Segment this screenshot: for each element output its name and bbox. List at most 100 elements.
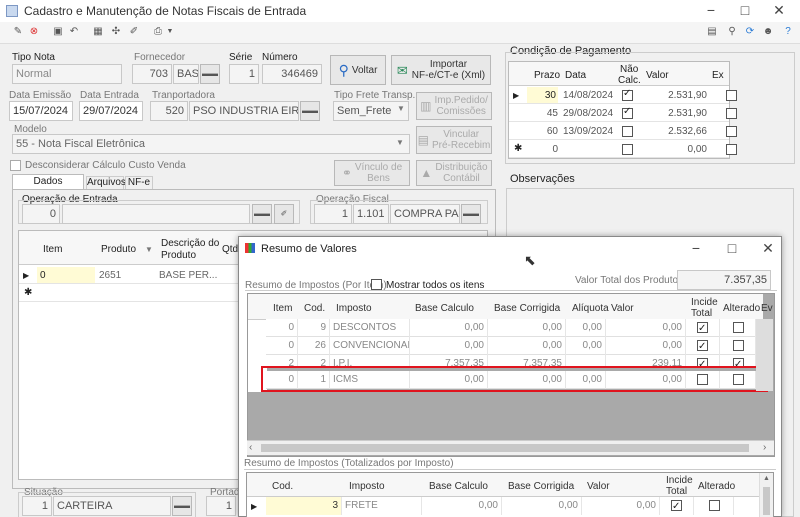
imp-cell-cod[interactable]: 26 xyxy=(298,337,330,355)
imp-cell-aliquota[interactable]: 0,00 xyxy=(566,337,606,355)
pag-cell-data[interactable]: 13/09/2024 xyxy=(563,125,613,138)
scroll-left-icon[interactable]: ‹ xyxy=(249,442,252,453)
table-row[interactable]: 60 13/09/2024 2.532,66 xyxy=(509,123,738,140)
pag-cell-prazo[interactable]: 0 xyxy=(527,143,558,156)
imp-cell-imposto[interactable]: CONVENCIONAL xyxy=(330,337,410,355)
data-entrada-field[interactable]: 29/07/2024 xyxy=(79,101,143,121)
imp-cell-base-calculo[interactable]: 0,00 xyxy=(410,337,488,355)
op-fiscal-name-field[interactable]: COMPRA PAF xyxy=(390,204,460,224)
pag-ex-checkbox[interactable] xyxy=(726,90,738,101)
pag-cell-prazo[interactable]: 60 xyxy=(527,125,558,138)
serie-field[interactable]: 1 xyxy=(229,64,259,84)
tab-arquivos[interactable]: Arquivos xyxy=(86,176,126,189)
pag-nao-calc-checkbox[interactable] xyxy=(622,144,633,155)
imp-cell-base-calculo[interactable]: 0,00 xyxy=(410,319,488,337)
transportadora-code-field[interactable]: 520 xyxy=(150,101,188,121)
imp-cell-item[interactable]: 0 xyxy=(266,337,298,355)
fornecedor-search-button[interactable]: ▬▬ xyxy=(200,64,220,84)
grid1-hscrollbar[interactable]: ‹ › xyxy=(247,440,774,455)
tab-dados-principais[interactable]: Dados Principais xyxy=(12,174,84,200)
pag-cell-valor[interactable]: 2.531,90 xyxy=(645,89,707,102)
mostrar-todos-checkbox[interactable] xyxy=(371,279,382,290)
imp-cell-cod[interactable]: 9 xyxy=(298,319,330,337)
op-fiscal-code-field[interactable]: 1 xyxy=(314,204,352,224)
portador-code-field[interactable]: 1 xyxy=(206,496,236,516)
items-cell-item[interactable]: 0 xyxy=(37,267,95,283)
dialog-minimize-button[interactable]: − xyxy=(685,240,707,258)
tot-cell-valor[interactable]: 0,00 xyxy=(582,497,660,515)
scroll-right-icon[interactable]: › xyxy=(763,442,766,453)
pag-nao-calc-checkbox[interactable] xyxy=(622,88,633,101)
print-dropdown-icon[interactable]: ▼ xyxy=(164,26,176,38)
transportadora-name-field[interactable]: PSO INDUSTRIA EIRE xyxy=(189,101,299,121)
pag-nao-calc-checkbox[interactable] xyxy=(622,126,633,137)
imp-cell-valor[interactable]: 0,00 xyxy=(606,337,686,355)
op-entrada-name-field[interactable] xyxy=(62,204,250,224)
table-row[interactable]: 3 FRETE 0,00 0,00 0,00 xyxy=(266,497,758,515)
tools-icon[interactable]: ✣ xyxy=(110,26,122,38)
pag-cell-data[interactable]: 29/08/2024 xyxy=(563,107,613,120)
distribuicao-contabil-button[interactable]: ▲ Distribuição Contábil xyxy=(416,160,492,186)
table-row[interactable]: 0 26 CONVENCIONAL 0,00 0,00 0,00 0,00 xyxy=(266,337,756,355)
table-row[interactable]: ▶ 30 14/08/2024 2.531,90 xyxy=(509,87,738,104)
situacao-name-field[interactable]: CARTEIRA xyxy=(53,496,171,516)
tipo-nota-field[interactable]: Normal xyxy=(12,64,122,84)
search-tool-icon[interactable]: ⚲ xyxy=(726,26,738,38)
numero-field[interactable]: 346469 xyxy=(262,64,322,84)
items-cell-produto[interactable]: 2651 xyxy=(99,269,121,282)
undo-icon[interactable]: ↶ xyxy=(68,26,80,38)
situacao-search-button[interactable]: ▬▬ xyxy=(172,496,192,516)
edit-icon[interactable]: ✐ xyxy=(128,26,140,38)
help-icon[interactable]: ? xyxy=(782,26,794,38)
tot-cell-imposto[interactable]: FRETE xyxy=(342,497,422,515)
pag-cell-data[interactable]: 14/08/2024 xyxy=(563,89,613,102)
new-row[interactable]: ✱ 0 0,00 xyxy=(509,141,738,158)
tot-incide-checkbox[interactable] xyxy=(671,498,682,515)
new-icon[interactable]: ✎ xyxy=(12,26,24,38)
grid2-vscrollbar[interactable]: ▲ xyxy=(759,473,773,517)
scroll-thumb[interactable] xyxy=(261,444,749,452)
items-cell-descricao[interactable]: BASE PER... xyxy=(159,269,217,282)
pag-ex-checkbox[interactable] xyxy=(726,126,738,137)
fornecedor-name-field[interactable]: BAS xyxy=(173,64,199,84)
refresh-icon[interactable]: ⟳ xyxy=(744,26,756,38)
imp-pedido-button[interactable]: ▥ Imp.Pedido/ Comissões xyxy=(416,92,492,120)
tot-cell-base-corrigida[interactable]: 0,00 xyxy=(502,497,582,515)
window-menu-icon[interactable]: ▤ xyxy=(706,26,718,38)
close-button[interactable]: ✕ xyxy=(768,2,790,20)
scroll-up-icon[interactable]: ▲ xyxy=(763,475,770,482)
save-icon[interactable]: ▣ xyxy=(52,26,64,38)
pag-ex-checkbox[interactable] xyxy=(726,144,738,155)
pag-cell-valor[interactable]: 2.531,90 xyxy=(645,107,707,120)
valor-total-field[interactable]: 7.357,35 xyxy=(677,270,771,290)
imp-alterado-checkbox[interactable] xyxy=(733,322,744,333)
tot-alterado-checkbox[interactable] xyxy=(709,500,720,511)
pag-nao-calc-checkbox[interactable] xyxy=(622,106,633,119)
op-entrada-code-field[interactable]: 0 xyxy=(22,204,60,224)
dialog-maximize-button[interactable]: □ xyxy=(721,240,743,258)
op-entrada-edit-button[interactable]: ✐ xyxy=(274,204,294,224)
desconsiderar-checkbox[interactable] xyxy=(10,160,21,171)
imp-cell-imposto[interactable]: DESCONTOS xyxy=(330,319,410,337)
imp-cell-base-corrigida[interactable]: 0,00 xyxy=(488,337,566,355)
situacao-code-field[interactable]: 1 xyxy=(22,496,52,516)
pag-cell-valor[interactable]: 2.532,66 xyxy=(645,125,707,138)
op-fiscal-search-button[interactable]: ▬▬ xyxy=(461,204,481,224)
importar-xml-button[interactable]: ✉ Importar NF-e/CT-e (Xml) xyxy=(391,55,491,85)
vinculo-bens-button[interactable]: ⚭ Vínculo de Bens xyxy=(334,160,410,186)
pag-cell-prazo[interactable]: 45 xyxy=(527,107,558,120)
table-row[interactable]: 45 29/08/2024 2.531,90 xyxy=(509,105,738,122)
tot-cell-cod[interactable]: 3 xyxy=(266,497,342,515)
table-row[interactable]: 0 9 DESCONTOS 0,00 0,00 0,00 0,00 xyxy=(266,319,756,337)
imp-cell-item[interactable]: 0 xyxy=(266,319,298,337)
scroll-thumb[interactable] xyxy=(763,487,770,515)
op-entrada-search-button[interactable]: ▬▬ xyxy=(252,204,272,224)
imp-cell-valor[interactable]: 0,00 xyxy=(606,319,686,337)
user-icon[interactable]: ☻ xyxy=(762,26,774,38)
pag-cell-prazo[interactable]: 30 xyxy=(527,87,558,103)
delete-icon[interactable]: ▦ xyxy=(92,26,104,38)
vincular-pre-recebimento-button[interactable]: ▤ Vincular Pré-Recebim xyxy=(416,126,492,154)
tab-nfe[interactable]: NF-e xyxy=(125,176,153,189)
minimize-button[interactable]: − xyxy=(700,2,722,20)
voltar-button[interactable]: ⚲ Voltar xyxy=(330,55,386,85)
